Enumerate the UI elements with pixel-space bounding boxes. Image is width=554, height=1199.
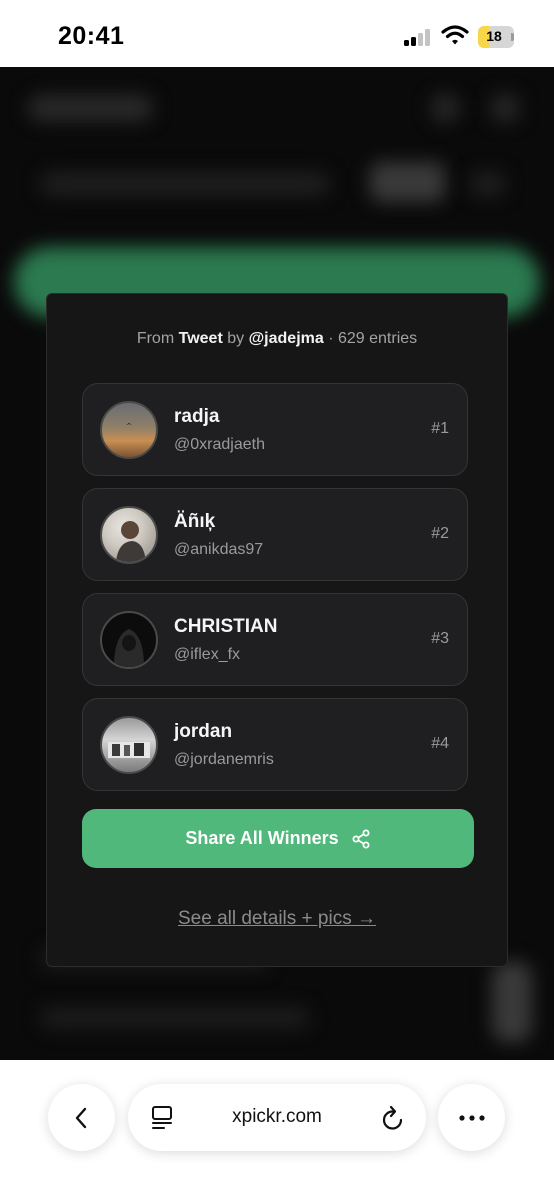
back-button[interactable] [48,1084,115,1151]
blurred-text [40,172,330,196]
bird-image-icon [126,423,132,425]
winner-rank: #4 [431,735,449,752]
header-by: by [227,330,245,347]
more-button[interactable] [438,1084,505,1151]
blurred-logo [28,95,153,121]
share-button-label: Share All Winners [185,828,339,848]
winner-name: CHRISTIAN [174,616,278,637]
person-photo-icon [116,521,146,562]
address-bar[interactable]: xpickr.com [128,1084,426,1151]
winner-item[interactable]: radja @0xradjaeth #1 [82,383,468,476]
more-icon [458,1114,485,1121]
status-time: 20:41 [58,22,125,50]
blurred-text [40,1007,310,1029]
header-from: From [136,330,175,347]
winner-item[interactable]: CHRISTIAN @iflex_fx #3 [82,593,468,686]
battery-icon: 18 [478,26,514,48]
see-all-details-link[interactable]: See all details + pics → [47,908,507,930]
winner-name: jordan [174,721,233,742]
winner-item[interactable]: jordan @jordanemris #4 [82,698,468,791]
winner-rank: #2 [431,525,449,542]
winners-card: From Tweet by @jadejma · 629 entries rad… [46,293,508,967]
winner-item[interactable]: Äñıķ @anikdas97 #2 [82,488,468,581]
blurred-button [492,962,532,1042]
winner-name: radja [174,406,220,427]
avatar [100,401,158,459]
status-bar: 20:41 18 [0,0,554,67]
header-author: @jadejma [248,330,324,347]
share-icon [352,829,370,848]
winner-rank: #3 [431,630,449,647]
winner-handle: @jordanemris [174,751,274,768]
browser-toolbar: xpickr.com [0,1060,554,1199]
battery-level: 18 [486,28,502,44]
winner-handle: @iflex_fx [174,646,241,663]
avatar [100,716,158,774]
winner-rank: #1 [431,420,449,437]
avatar [100,611,158,669]
reload-icon[interactable] [380,1104,406,1132]
winner-handle: @0xradjaeth [174,436,265,453]
blurred-text [470,172,505,196]
blurred-icon [490,93,520,123]
share-all-winners-button[interactable]: Share All Winners [82,809,474,868]
blurred-icon [430,93,460,123]
signal-icon [404,28,434,46]
blurred-button [370,162,445,202]
gallery-photo-icon [108,742,150,758]
header-entries: · 629 entries [328,330,418,347]
card-header: From Tweet by @jadejma · 629 entries [47,330,507,348]
winner-handle: @anikdas97 [174,541,264,558]
header-source: Tweet [178,330,223,347]
wifi-icon [441,24,469,46]
hooded-figure-icon [114,629,144,667]
winner-name: Äñıķ [174,511,216,532]
avatar [100,506,158,564]
page-background: From Tweet by @jadejma · 629 entries rad… [0,67,554,1060]
back-chevron-icon [75,1107,86,1128]
